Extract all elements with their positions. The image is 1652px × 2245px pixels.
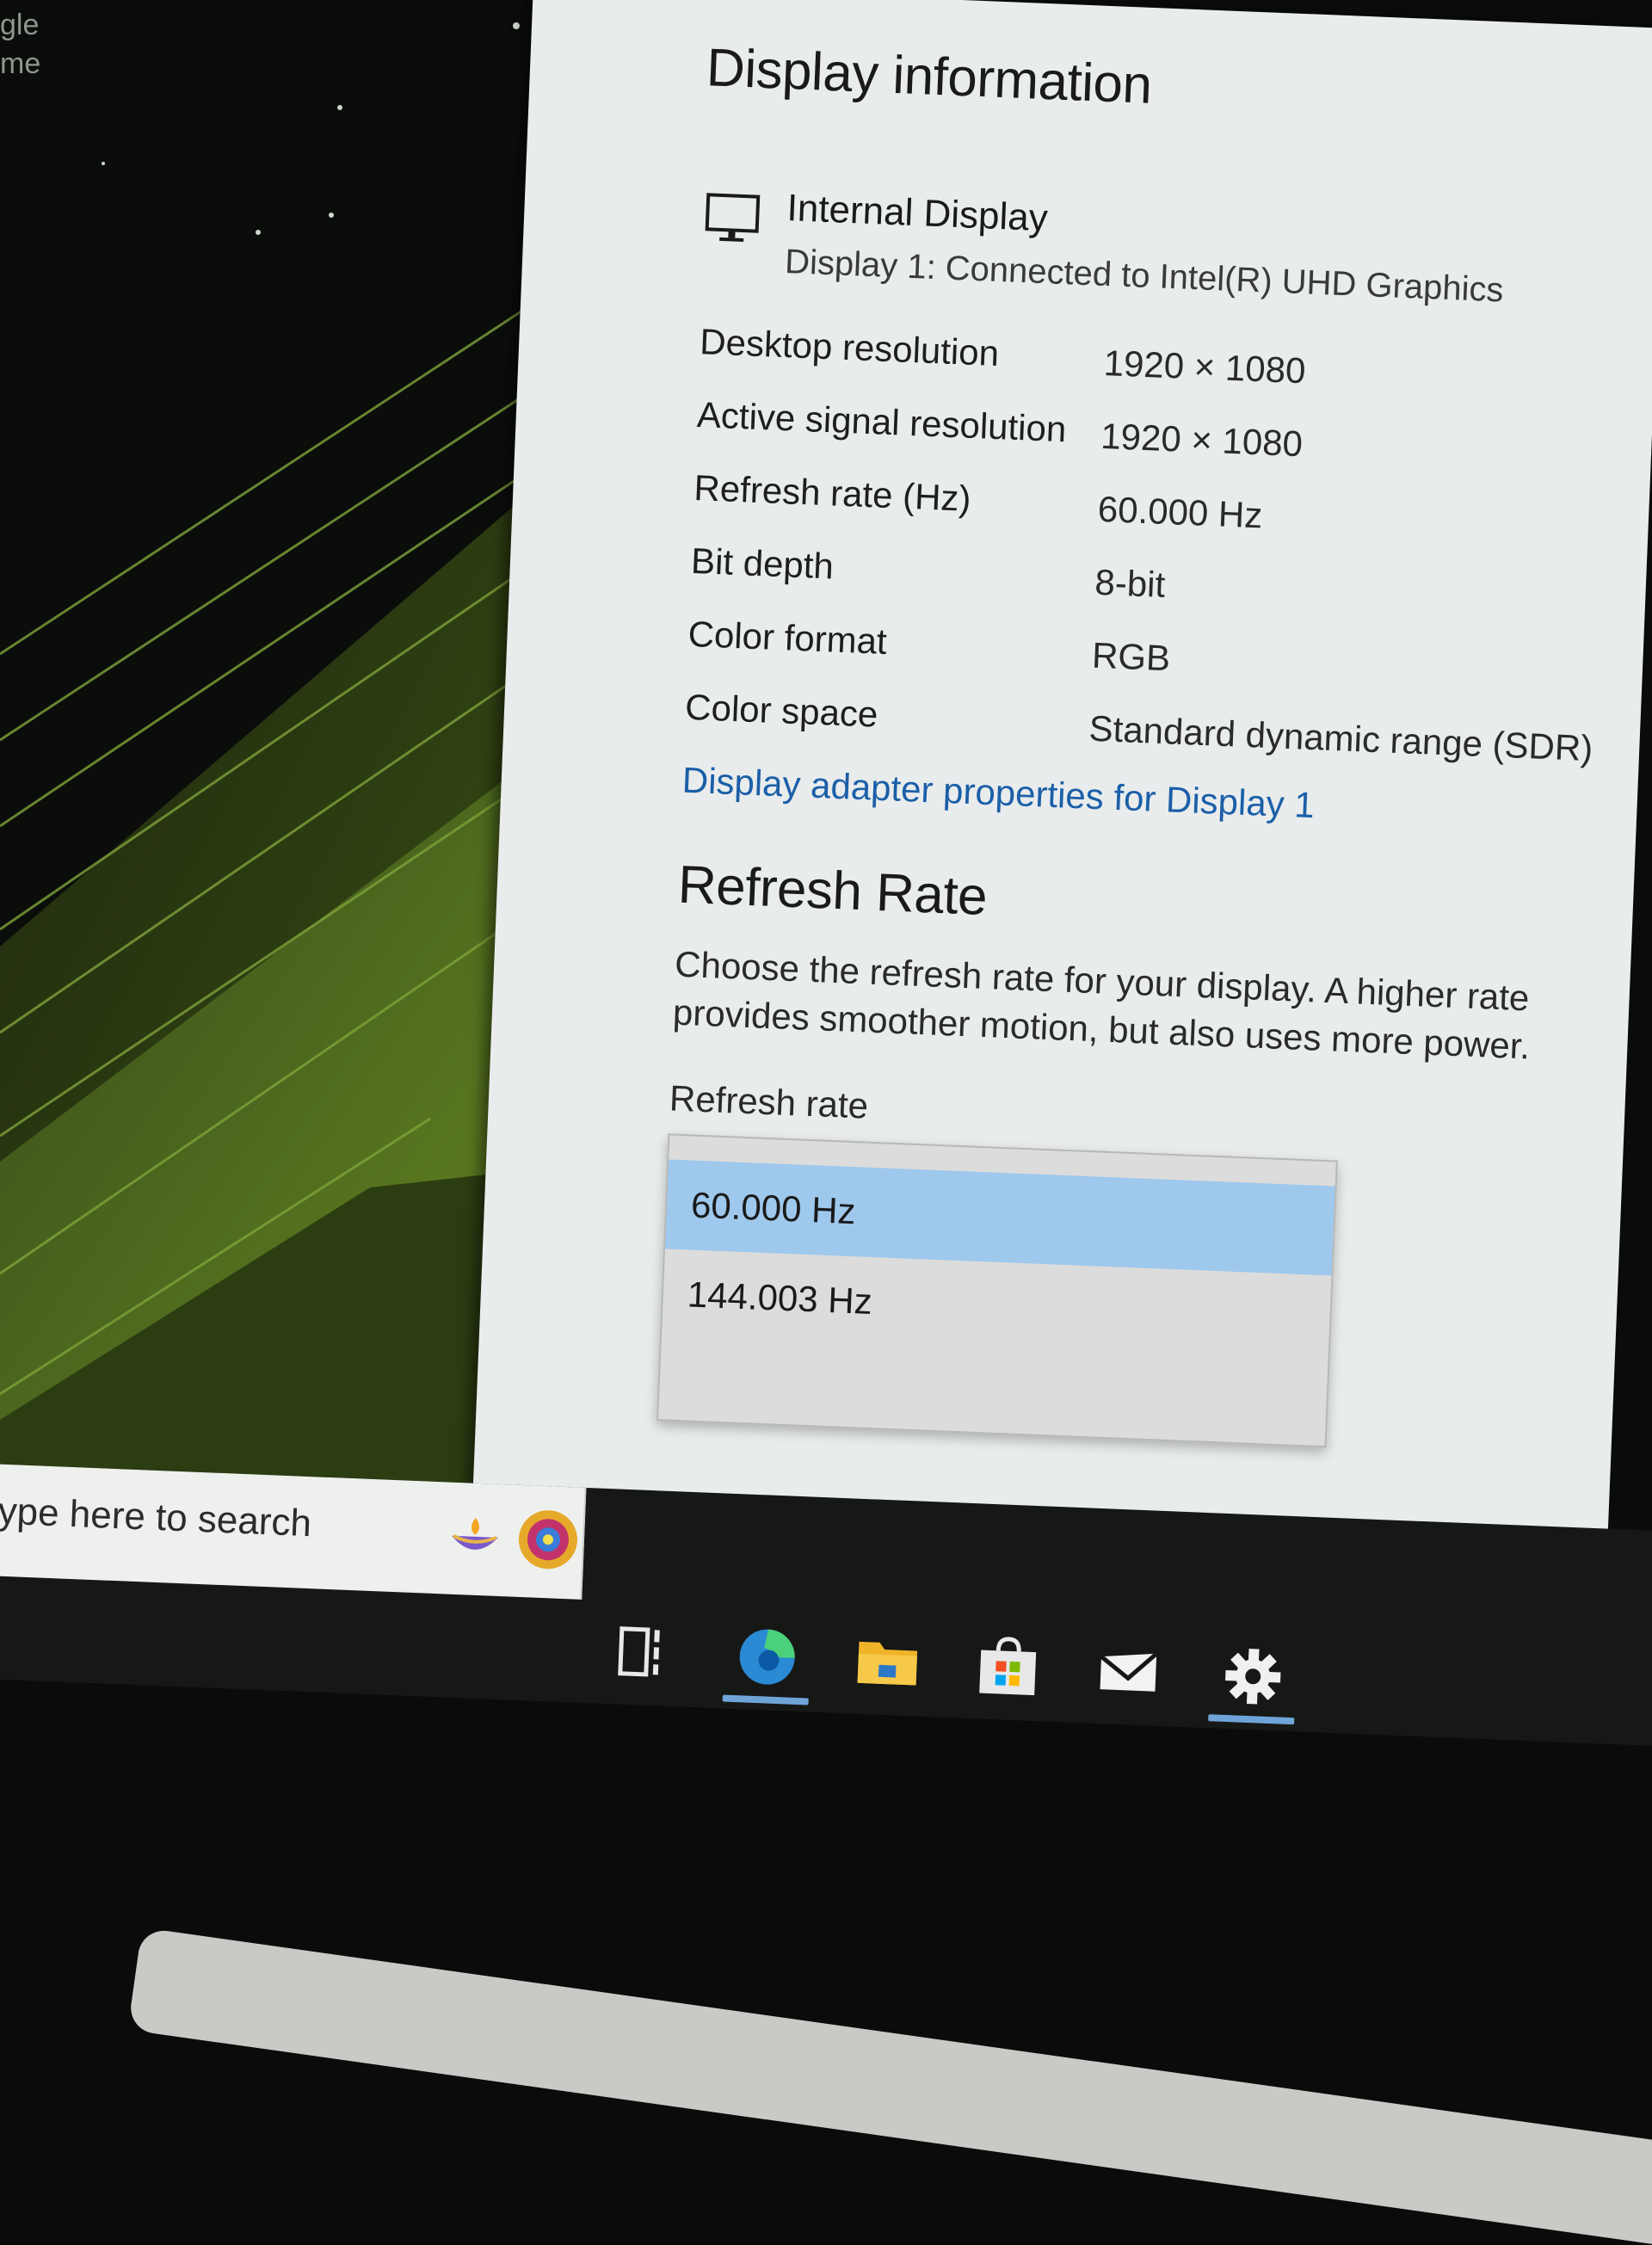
file-explorer-icon <box>857 1641 918 1686</box>
microsoft-store-button[interactable] <box>954 1614 1062 1722</box>
info-label: Color format <box>687 613 888 663</box>
info-row-refresh-rate: Refresh rate (Hz) 60.000 Hz <box>693 467 1641 557</box>
mail-button[interactable] <box>1075 1619 1182 1727</box>
settings-gear-icon <box>1225 1649 1281 1705</box>
info-value: 1920 × 1080 <box>1100 415 1304 465</box>
file-explorer-button[interactable] <box>834 1610 941 1718</box>
desktop-icon-label[interactable]: me <box>0 47 40 81</box>
refresh-rate-dropdown-list[interactable]: 60.000 Hz 144.003 Hz <box>656 1133 1338 1448</box>
active-indicator <box>1208 1714 1295 1725</box>
refresh-rate-heading: Refresh Rate <box>676 854 989 927</box>
info-value: Standard dynamic range (SDR) <box>1088 707 1594 769</box>
info-label: Refresh rate (Hz) <box>693 466 972 519</box>
settings-window: Display information Internal Display Dis… <box>472 0 1652 1542</box>
settings-taskbar-button[interactable] <box>1199 1625 1307 1732</box>
display-connection-text: Display 1: Connected to Intel(R) UHD Gra… <box>784 243 1505 310</box>
info-label: Color space <box>684 686 879 735</box>
laptop-hinge <box>127 1927 1652 2245</box>
info-row-color-space: Color space Standard dynamic range (SDR) <box>684 687 1632 776</box>
refresh-rate-description: Choose the refresh rate for your display… <box>672 943 1532 1067</box>
diya-icon[interactable] <box>444 1508 507 1570</box>
store-icon <box>979 1637 1037 1696</box>
info-row-active-signal-resolution: Active signal resolution 1920 × 1080 <box>696 394 1644 484</box>
info-value: 1920 × 1080 <box>1102 342 1307 392</box>
edge-icon <box>739 1629 795 1685</box>
info-label: Bit depth <box>690 540 835 587</box>
display-name: Internal Display <box>786 187 1049 240</box>
info-label: Active signal resolution <box>696 394 1068 450</box>
task-view-icon <box>618 1626 660 1677</box>
desktop-icon-label[interactable]: gle <box>0 9 39 42</box>
info-label: Desktop resolution <box>699 321 1000 374</box>
search-placeholder: ype here to search <box>0 1489 312 1545</box>
info-row-desktop-resolution: Desktop resolution 1920 × 1080 <box>699 321 1647 410</box>
info-value: RGB <box>1091 634 1172 679</box>
monitor-icon <box>705 193 761 243</box>
refresh-rate-dropdown-label: Refresh rate <box>669 1077 869 1126</box>
mail-icon <box>1100 1651 1158 1692</box>
info-row-color-format: Color format RGB <box>687 614 1635 703</box>
active-indicator <box>722 1694 809 1705</box>
info-value: 8-bit <box>1094 561 1167 606</box>
display-information-heading: Display information <box>705 38 1153 115</box>
rangoli-icon[interactable] <box>512 1504 583 1576</box>
task-view-button[interactable] <box>593 1600 700 1708</box>
info-value: 60.000 Hz <box>1097 488 1264 536</box>
info-row-bit-depth: Bit depth 8-bit <box>690 540 1638 630</box>
taskbar-search-box[interactable]: ype here to search <box>0 1464 587 1600</box>
edge-taskbar-button[interactable] <box>713 1605 821 1712</box>
display-adapter-properties-link[interactable]: Display adapter properties for Display 1 <box>681 760 1316 826</box>
